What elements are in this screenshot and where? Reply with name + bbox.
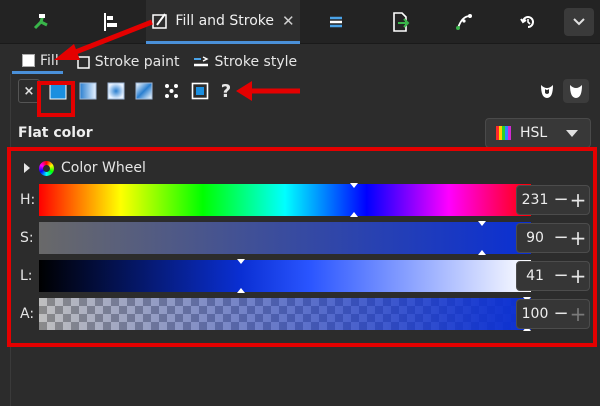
paint-unset-button[interactable]: ? bbox=[214, 78, 238, 104]
tab-stroke-paint[interactable]: Stroke paint bbox=[76, 51, 180, 73]
undo-history-icon bbox=[520, 16, 534, 28]
paint-linear-gradient-button[interactable] bbox=[76, 78, 100, 104]
layers-icon bbox=[330, 16, 342, 28]
tab-fill-label: Fill bbox=[40, 52, 59, 69]
dock-tab-bar: Fill and Stroke ✕ bbox=[0, 0, 600, 44]
color-bars-icon bbox=[496, 126, 511, 140]
fill-rule-nonzero-button[interactable] bbox=[563, 79, 589, 103]
annotation-box-hsl-sliders bbox=[7, 147, 597, 347]
fill-stroke-subtabs: Fill Stroke paint Stroke style bbox=[12, 50, 600, 74]
fill-rule-evenodd-button[interactable] bbox=[534, 79, 560, 103]
tab-stroke-style[interactable]: Stroke style bbox=[193, 51, 297, 73]
dock-tab-align[interactable] bbox=[80, 0, 140, 44]
dock-tab-fill-stroke-label: Fill and Stroke bbox=[175, 12, 274, 29]
pattern-icon bbox=[164, 83, 180, 99]
tab-stroke-style-label: Stroke style bbox=[214, 54, 298, 70]
close-icon[interactable]: ✕ bbox=[282, 12, 295, 30]
tab-stroke-paint-label: Stroke paint bbox=[94, 54, 180, 70]
fill-rule-evenodd-icon bbox=[541, 85, 553, 98]
flat-color-heading: Flat color bbox=[18, 125, 93, 141]
fill-rule-nonzero-icon bbox=[570, 85, 582, 98]
radial-gradient-icon bbox=[107, 82, 125, 100]
mesh-gradient-icon bbox=[135, 82, 153, 100]
tab-fill[interactable]: Fill bbox=[12, 50, 63, 74]
paint-radial-gradient-button[interactable] bbox=[104, 78, 128, 104]
dock-tab-layers[interactable] bbox=[306, 0, 366, 44]
color-mode-select[interactable]: HSL bbox=[485, 118, 591, 148]
dock-tab-fill-stroke[interactable]: Fill and Stroke ✕ bbox=[146, 0, 300, 44]
paint-type-row: × ? bbox=[14, 78, 594, 106]
node-editor-icon bbox=[33, 14, 48, 30]
paint-pattern-button[interactable] bbox=[160, 78, 184, 104]
stroke-square-icon bbox=[76, 55, 90, 69]
fill-square-icon bbox=[22, 54, 35, 67]
dock-tab-export[interactable] bbox=[370, 0, 430, 44]
path-effects-icon bbox=[456, 14, 472, 30]
color-mode-value: HSL bbox=[520, 125, 548, 141]
dock-tab-path-effects[interactable] bbox=[434, 0, 494, 44]
dock-overflow-button[interactable] bbox=[564, 8, 594, 36]
swatch-icon bbox=[191, 82, 209, 100]
dock-tab-node-tool[interactable] bbox=[12, 0, 72, 44]
stroke-style-icon bbox=[193, 55, 210, 69]
export-icon bbox=[393, 12, 410, 32]
linear-gradient-icon bbox=[79, 82, 97, 100]
chevron-down-icon bbox=[573, 18, 585, 26]
dock-tab-undo-history[interactable] bbox=[498, 0, 558, 44]
align-distribute-icon bbox=[104, 13, 117, 31]
chevron-down-icon bbox=[566, 130, 578, 137]
paint-swatch-button[interactable] bbox=[188, 78, 212, 104]
fill-stroke-icon bbox=[152, 12, 168, 29]
annotation-box-flat-color bbox=[37, 81, 75, 117]
paint-mesh-gradient-button[interactable] bbox=[132, 78, 156, 104]
